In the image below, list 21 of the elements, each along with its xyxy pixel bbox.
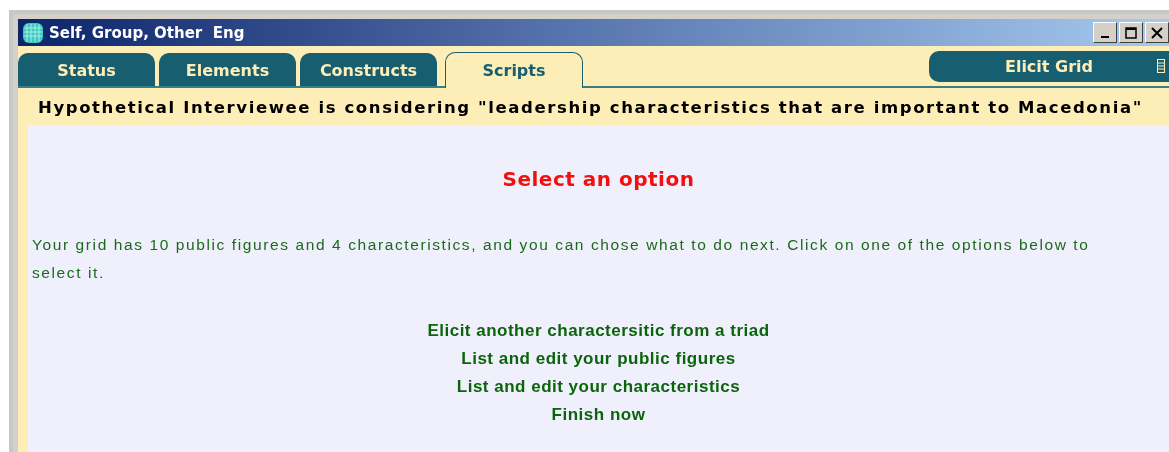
option-link[interactable]: Elicit another charactersitic from a triad [427, 317, 770, 345]
close-button[interactable] [1145, 22, 1169, 43]
option-link[interactable]: List and edit your public figures [461, 345, 736, 373]
option-link[interactable]: List and edit your characteristics [456, 373, 741, 401]
minimize-icon [1101, 35, 1109, 38]
maximize-button[interactable] [1119, 22, 1143, 43]
maximize-icon [1125, 26, 1137, 39]
list-icon [1157, 59, 1165, 73]
option-link[interactable]: Finish now [551, 401, 646, 429]
minimize-button[interactable] [1093, 22, 1117, 43]
app-icon [21, 20, 45, 45]
heading: Select an option [501, 167, 696, 191]
close-icon [1151, 26, 1163, 39]
tab[interactable]: Constructs [300, 53, 437, 86]
message-text: Your grid has 10 public figures and 4 characteristics, and you can chose what to do next. Click on one of the options below to select it. [32, 235, 1091, 283]
window-title: Self, Group, Other Eng [49, 23, 245, 42]
header-text: Hypothetical Interviewee is considering "leadership characteristics that are important to Macedonia" [37, 97, 1144, 119]
tab[interactable]: Elements [159, 53, 296, 86]
tab[interactable]: Status [18, 53, 155, 86]
tab[interactable]: Scripts [445, 52, 583, 88]
mode-button[interactable]: Elicit Grid [929, 50, 1169, 82]
